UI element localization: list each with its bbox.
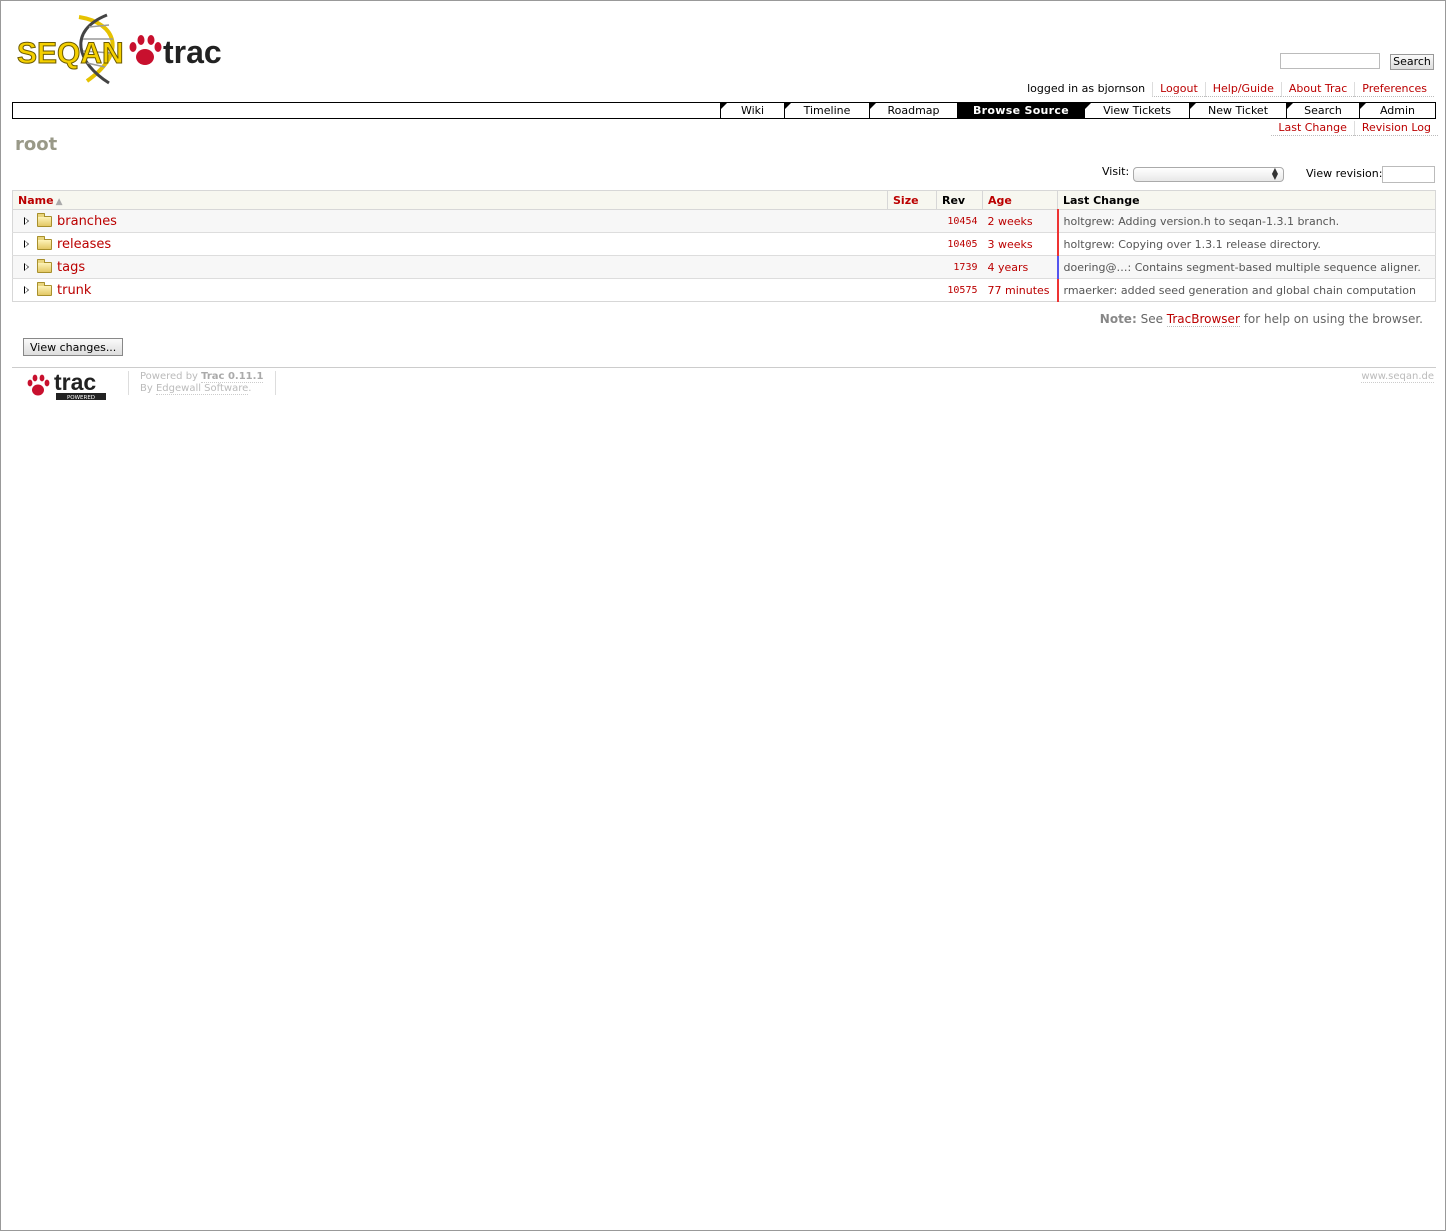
seqan-trac-logo[interactable]: SEQAN trac — [17, 13, 229, 85]
logout-link[interactable]: Logout — [1152, 82, 1205, 97]
by-label: By — [140, 383, 153, 394]
table-row: trunk 10575 77 minutes rmaerker: added s… — [12, 278, 1436, 302]
size-cell — [887, 278, 937, 302]
meta-nav: logged in as bjornson Logout Help/Guide … — [1020, 82, 1434, 97]
tab-search[interactable]: Search — [1286, 103, 1359, 118]
age-link[interactable]: 3 weeks — [988, 238, 1033, 251]
help-note: Note: See TracBrowser for help on using … — [1099, 312, 1423, 327]
size-cell — [887, 232, 937, 256]
folder-icon — [37, 235, 52, 250]
about-trac-link[interactable]: About Trac — [1280, 82, 1355, 97]
directory-listing: Name ▲ Size Rev Age Last Change branches … — [12, 190, 1436, 302]
expand-arrow-icon[interactable] — [24, 263, 29, 271]
age-link[interactable]: 77 minutes — [988, 284, 1050, 297]
folder-icon — [37, 281, 52, 296]
sort-ascending-icon: ▲ — [55, 196, 63, 207]
search-button[interactable]: Search — [1390, 54, 1434, 70]
age-link[interactable]: 4 years — [988, 261, 1029, 274]
size-cell — [887, 255, 937, 279]
visit-label: Visit: — [1102, 165, 1130, 178]
rev-column-header: Rev — [936, 190, 983, 210]
tracbrowser-link[interactable]: TracBrowser — [1166, 312, 1240, 327]
table-row: releases 10405 3 weeks holtgrew: Copying… — [12, 232, 1436, 256]
revision-log-link[interactable]: Revision Log — [1353, 121, 1438, 136]
dir-link[interactable]: tags — [57, 260, 85, 275]
tab-admin[interactable]: Admin — [1359, 103, 1435, 118]
powered-by-text: Powered by Trac 0.11.1 By Edgewall Softw… — [140, 371, 264, 395]
rev-link[interactable]: 10575 — [947, 285, 977, 296]
trac-powered-logo[interactable]: trac POWERED — [24, 369, 110, 401]
note-pre: See — [1140, 312, 1163, 326]
last-change-column-header: Last Change — [1057, 190, 1436, 210]
age-column-header[interactable]: Age — [988, 194, 1012, 207]
seqan-site-link[interactable]: www.seqan.de — [1361, 371, 1434, 383]
table-row: tags 1739 4 years doering@…: Contains se… — [12, 255, 1436, 279]
dir-link[interactable]: trunk — [57, 283, 91, 298]
view-revision-input[interactable] — [1382, 166, 1435, 183]
folder-icon — [37, 258, 52, 273]
svg-text:trac: trac — [163, 34, 222, 70]
logged-in-text: logged in as bjornson — [1027, 82, 1146, 95]
tab-wiki[interactable]: Wiki — [720, 103, 784, 118]
rev-link[interactable]: 10405 — [947, 239, 977, 250]
trac-version-link[interactable]: Trac 0.11.1 — [201, 371, 264, 383]
change-message: holtgrew: Copying over 1.3.1 release dir… — [1057, 232, 1436, 256]
tab-browse-source[interactable]: Browse Source — [957, 103, 1084, 118]
expand-arrow-icon[interactable] — [24, 286, 29, 294]
table-row: branches 10454 2 weeks holtgrew: Adding … — [12, 209, 1436, 233]
trac-powered-graphic: trac POWERED — [27, 369, 106, 401]
footer-separator — [128, 371, 129, 395]
main-nav: Wiki Timeline Roadmap Browse Source View… — [12, 102, 1436, 119]
note-label: Note: — [1099, 312, 1137, 326]
rev-link[interactable]: 1739 — [953, 262, 977, 273]
listing-header-row: Name ▲ Size Rev Age Last Change — [12, 190, 1436, 210]
change-message: doering@…: Contains segment-based multip… — [1057, 255, 1436, 279]
last-change-link[interactable]: Last Change — [1271, 121, 1354, 136]
powered-by-label: Powered by — [140, 371, 198, 382]
select-arrows-icon: ▲ ▼ — [1271, 166, 1278, 181]
tab-view-tickets[interactable]: View Tickets — [1084, 103, 1189, 118]
expand-arrow-icon[interactable] — [24, 217, 29, 225]
dir-link[interactable]: releases — [57, 237, 111, 252]
visit-select[interactable]: ▲ ▼ — [1133, 167, 1284, 182]
tab-roadmap[interactable]: Roadmap — [869, 103, 957, 118]
search-input[interactable] — [1280, 53, 1380, 69]
footer-separator — [275, 371, 276, 395]
edgewall-link[interactable]: Edgewall Software — [155, 383, 249, 395]
logo-graphic: SEQAN trac — [17, 13, 222, 85]
folder-icon — [37, 212, 52, 227]
expand-arrow-icon[interactable] — [24, 240, 29, 248]
svg-text:SEQAN: SEQAN — [17, 37, 124, 70]
footer-site: www.seqan.de — [1361, 371, 1434, 383]
view-changes-button[interactable]: View changes... — [23, 338, 124, 356]
context-nav: Last Change Revision Log — [1271, 121, 1438, 136]
preferences-link[interactable]: Preferences — [1354, 82, 1434, 97]
help-guide-link[interactable]: Help/Guide — [1204, 82, 1281, 97]
tab-timeline[interactable]: Timeline — [784, 103, 869, 118]
svg-text:POWERED: POWERED — [67, 395, 95, 401]
change-message: rmaerker: added seed generation and glob… — [1057, 278, 1436, 302]
size-column-header[interactable]: Size — [893, 194, 919, 207]
name-column-header[interactable]: Name — [18, 194, 54, 207]
size-cell — [887, 209, 937, 233]
page-title: root — [15, 134, 58, 155]
dir-link[interactable]: branches — [57, 214, 117, 229]
view-revision-label: View revision: — [1306, 167, 1383, 180]
tab-new-ticket[interactable]: New Ticket — [1189, 103, 1286, 118]
age-link[interactable]: 2 weeks — [988, 215, 1033, 228]
svg-text:trac: trac — [54, 369, 96, 395]
rev-link[interactable]: 10454 — [947, 216, 977, 227]
note-post: for help on using the browser. — [1243, 312, 1423, 326]
footer-divider — [12, 367, 1436, 368]
change-message: holtgrew: Adding version.h to seqan-1.3.… — [1057, 209, 1436, 233]
